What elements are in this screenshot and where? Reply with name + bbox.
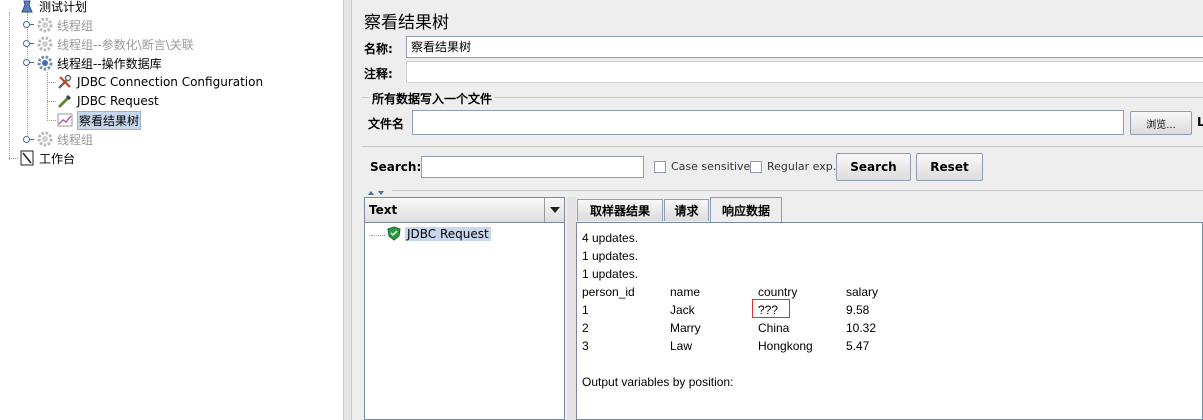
column-header: name <box>670 285 701 299</box>
sample-label: JDBC Request <box>405 226 491 241</box>
tree-node-label: JDBC Connection Configuration <box>77 75 264 89</box>
result-tabs: 取样器结果 请求 响应数据 <box>576 197 1203 223</box>
table-cell: 3 <box>582 339 589 353</box>
gear-icon <box>37 131 53 147</box>
log-display-cutoff: L <box>1197 115 1203 129</box>
filename-label: 文件名 <box>368 117 405 131</box>
table-cell: Law <box>670 339 693 353</box>
filename-field[interactable] <box>412 110 1124 135</box>
tree-node-jdbc-request[interactable]: JDBC Request <box>57 92 159 110</box>
tree-node-label: JDBC Request <box>77 94 159 108</box>
search-input[interactable] <box>421 156 644 178</box>
search-label: Search: <box>370 160 422 174</box>
tree-node-thread-group-db[interactable]: 线程组--操作数据库 <box>37 54 162 72</box>
tree-toggle-handle[interactable] <box>23 136 34 143</box>
table-cell: Hongkong <box>758 339 813 353</box>
tree-node-label: 线程组 <box>57 132 94 147</box>
tree-toggle-handle[interactable] <box>23 40 34 47</box>
collapse-arrows[interactable] <box>366 186 388 195</box>
table-cell: Jack <box>670 303 695 317</box>
response-footer: Output variables by position: <box>582 375 734 389</box>
gear-icon <box>37 55 53 71</box>
table-cell: 1 <box>582 303 589 317</box>
tree-toggle-handle[interactable] <box>23 21 34 28</box>
tree-node-view-results-tree[interactable]: 察看结果树 <box>57 110 142 130</box>
test-plan-icon <box>19 0 35 14</box>
chevron-down-icon[interactable] <box>544 198 564 222</box>
gear-icon <box>37 36 53 52</box>
annotation-highlight-box <box>752 299 790 318</box>
tree-node-label: 工作台 <box>39 151 76 166</box>
response-line: 1 updates. <box>582 267 639 281</box>
tree-connector-line <box>371 235 385 236</box>
tab-request[interactable]: 请求 <box>664 199 709 221</box>
response-data-area[interactable]: 4 updates. 1 updates. 1 updates. person_… <box>576 222 1203 420</box>
tree-connector-line <box>47 72 48 121</box>
section-divider <box>362 146 1203 147</box>
tree-node-jdbc-connection-config[interactable]: JDBC Connection Configuration <box>57 73 263 91</box>
column-header: salary <box>846 285 879 299</box>
tab-response-data[interactable]: 响应数据 <box>710 197 782 222</box>
regex-checkbox[interactable]: Regular exp. <box>750 160 836 173</box>
tree-connector-line <box>47 101 56 102</box>
table-cell: 5.47 <box>846 339 870 353</box>
tree-node-thread-group-2[interactable]: 线程组 <box>37 130 93 148</box>
browse-button[interactable]: 浏览... <box>1130 111 1192 135</box>
table-cell: 2 <box>582 321 589 335</box>
tree-node-label: 线程组--参数化\断言\关联 <box>57 37 194 52</box>
sample-result-list[interactable]: Text JDBC Request <box>364 197 565 420</box>
table-cell: 10.32 <box>846 321 877 335</box>
search-button[interactable]: Search <box>836 153 911 181</box>
comment-field[interactable] <box>406 61 1203 83</box>
tree-toggle-handle[interactable] <box>23 59 34 66</box>
checkbox-box[interactable] <box>750 160 762 173</box>
write-results-label: 所有数据写入一个文件 <box>370 90 495 107</box>
renderer-select[interactable]: Text <box>365 198 564 223</box>
renderer-value: Text <box>369 203 398 217</box>
workbench-icon <box>19 150 35 166</box>
chart-icon <box>57 112 73 128</box>
tree-connector-line <box>9 158 18 159</box>
tree-connector-line <box>27 12 28 140</box>
tree-node-label: 察看结果树 <box>77 110 142 130</box>
tree-node-label: 测试计划 <box>39 0 88 14</box>
tree-connector-line <box>47 82 56 83</box>
panel-splitter[interactable] <box>343 0 352 420</box>
tree-node-label: 线程组 <box>57 18 94 33</box>
tree-node-thread-group-1[interactable]: 线程组 <box>37 16 93 34</box>
name-label: 名称: <box>364 42 393 56</box>
case-sensitive-label: Case sensitive <box>671 160 751 173</box>
comment-label: 注释: <box>364 67 393 81</box>
wrench-icon <box>57 74 73 90</box>
tree-connector-line <box>9 12 10 160</box>
reset-button[interactable]: Reset <box>916 153 983 181</box>
tree-node-workbench[interactable]: 工作台 <box>19 149 75 167</box>
pipette-icon <box>57 93 73 109</box>
page-title: 察看结果树 <box>364 13 449 33</box>
tab-sampler-result[interactable]: 取样器结果 <box>577 199 663 221</box>
section-divider <box>392 190 1203 191</box>
tree-node-label: 线程组--操作数据库 <box>57 56 162 71</box>
tree-node-thread-group-param[interactable]: 线程组--参数化\断言\关联 <box>37 35 194 53</box>
tree-connector-line <box>47 120 56 121</box>
table-cell: 9.58 <box>846 303 870 317</box>
test-plan-tree[interactable]: 测试计划 线程组 线程组--参数化\断言\关联 线程组--操作数据库 JDBC … <box>0 0 343 420</box>
view-results-tree-panel: 察看结果树 名称: 察看结果树 注释: 所有数据写入一个文件 文件名 浏览...… <box>352 0 1203 420</box>
results-splitter[interactable] <box>567 197 576 420</box>
name-field[interactable]: 察看结果树 <box>406 36 1203 58</box>
table-cell: China <box>758 321 790 335</box>
tree-node-test-plan[interactable]: 测试计划 <box>19 0 87 15</box>
table-cell: Marry <box>670 321 701 335</box>
success-shield-icon <box>387 226 401 241</box>
column-header: country <box>758 285 798 299</box>
column-header: person_id <box>582 285 635 299</box>
checkbox-box[interactable] <box>654 160 666 173</box>
gear-icon <box>37 17 53 33</box>
response-line: 1 updates. <box>582 249 639 263</box>
regex-label: Regular exp. <box>767 160 837 173</box>
sample-item-jdbc-request[interactable]: JDBC Request <box>387 226 491 241</box>
case-sensitive-checkbox[interactable]: Case sensitive <box>654 160 750 173</box>
response-line: 4 updates. <box>582 231 639 245</box>
